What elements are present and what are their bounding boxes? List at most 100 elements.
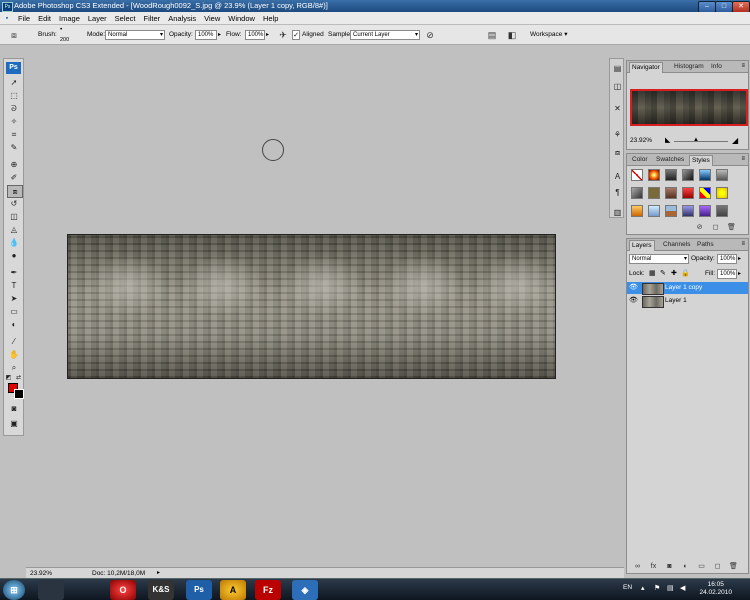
aligned-checkbox[interactable]: ✓: [292, 30, 300, 40]
history-brush-tool-icon[interactable]: ↺: [7, 198, 21, 209]
style-swatch[interactable]: [682, 205, 694, 217]
lock-position-icon[interactable]: ✚: [671, 269, 677, 277]
brushes-panel-icon[interactable]: ⚘: [612, 129, 623, 140]
healing-brush-tool-icon[interactable]: ⊕: [7, 159, 21, 170]
document-icon[interactable]: ▪: [0, 15, 14, 22]
zoom-tool-icon[interactable]: ⌕: [7, 362, 21, 373]
tab-color[interactable]: Color: [630, 155, 650, 165]
tab-paths[interactable]: Paths: [695, 240, 716, 250]
tray-arrow-icon[interactable]: ▴: [641, 584, 645, 592]
zoom-out-icon[interactable]: ◣: [665, 136, 670, 144]
menu-window[interactable]: Window: [224, 12, 259, 25]
new-style-icon[interactable]: ◻: [711, 223, 720, 232]
taskbar-app-filezilla[interactable]: Fz: [255, 580, 281, 600]
slice-tool-icon[interactable]: ✎: [7, 142, 21, 153]
visibility-eye-icon[interactable]: 👁: [629, 297, 638, 305]
workspace-menu[interactable]: Workspace ▾: [530, 25, 567, 45]
flow-arrow-icon[interactable]: ▸: [266, 25, 269, 45]
navigator-thumbnail[interactable]: [630, 89, 748, 126]
panel-menu-icon[interactable]: ≡: [741, 155, 745, 164]
type-tool-icon[interactable]: T: [7, 280, 21, 291]
style-swatch[interactable]: [716, 205, 728, 217]
style-swatch[interactable]: [631, 187, 643, 199]
menu-layer[interactable]: Layer: [84, 12, 111, 25]
palette-well-icon[interactable]: ▤: [486, 29, 498, 41]
path-selection-tool-icon[interactable]: ➤: [7, 293, 21, 304]
eraser-tool-icon[interactable]: ◫: [7, 211, 21, 222]
ps-logo[interactable]: Ps: [6, 62, 21, 74]
layer-opacity-input[interactable]: 100%: [717, 254, 737, 264]
mode-select[interactable]: Normal: [105, 30, 165, 40]
zoom-slider[interactable]: [674, 141, 728, 142]
clear-style-icon[interactable]: ⊘: [695, 223, 704, 232]
airbrush-icon[interactable]: ✈: [277, 29, 289, 41]
background-color-swatch[interactable]: [14, 389, 24, 399]
blur-tool-icon[interactable]: 💧: [7, 237, 21, 248]
tab-histogram[interactable]: Histogram: [672, 62, 706, 72]
ignore-adjustment-layers-icon[interactable]: ⊘: [424, 29, 436, 41]
link-layers-icon[interactable]: ∞: [633, 562, 642, 571]
crop-tool-icon[interactable]: ⌗: [7, 129, 21, 140]
magic-wand-tool-icon[interactable]: ✧: [7, 116, 21, 127]
character-panel-icon[interactable]: A: [612, 171, 623, 182]
document-canvas[interactable]: [67, 234, 556, 379]
move-tool-icon[interactable]: ➚: [7, 77, 21, 88]
panel-menu-icon[interactable]: ≡: [741, 240, 745, 249]
3d-rotate-tool-icon[interactable]: ◐: [7, 319, 21, 330]
tray-flag-icon[interactable]: ⚑: [654, 584, 660, 592]
system-clock[interactable]: 16:05 24.02.2010: [699, 581, 732, 597]
opacity-arrow-icon[interactable]: ▸: [218, 25, 221, 45]
layer-style-icon[interactable]: fx: [649, 562, 658, 571]
zoom-in-icon[interactable]: ◢: [732, 136, 738, 145]
language-indicator[interactable]: EN: [623, 584, 632, 591]
tab-channels[interactable]: Channels: [661, 240, 692, 250]
style-swatch[interactable]: [665, 205, 677, 217]
menu-view[interactable]: View: [200, 12, 224, 25]
style-swatch[interactable]: [699, 205, 711, 217]
style-swatch[interactable]: [699, 187, 711, 199]
shape-tool-icon[interactable]: ▭: [7, 306, 21, 317]
new-group-icon[interactable]: ▭: [697, 562, 706, 571]
menu-edit[interactable]: Edit: [34, 12, 55, 25]
zoom-slider-thumb[interactable]: ▲: [693, 137, 699, 143]
blend-mode-select[interactable]: Normal: [629, 254, 689, 264]
lasso-tool-icon[interactable]: ᘐ: [7, 103, 21, 114]
quick-mask-icon[interactable]: ◙: [7, 403, 21, 414]
taskbar-app-photoshop[interactable]: Ps: [186, 580, 212, 600]
tool-presets-icon[interactable]: ✕: [612, 103, 623, 114]
tab-info[interactable]: Info: [709, 62, 724, 72]
flow-input[interactable]: 100%: [245, 30, 265, 40]
style-swatch[interactable]: [716, 169, 728, 181]
clone-source-icon[interactable]: ⧈: [612, 147, 623, 158]
layer-comps-icon[interactable]: ▥: [612, 207, 623, 218]
style-swatch[interactable]: [682, 187, 694, 199]
opacity-input[interactable]: 100%: [195, 30, 217, 40]
tab-styles[interactable]: Styles: [689, 155, 713, 166]
add-mask-icon[interactable]: ◙: [665, 562, 674, 571]
navigator-zoom[interactable]: 23.92%: [630, 137, 652, 144]
style-swatch[interactable]: [699, 169, 711, 181]
fill-input[interactable]: 100%: [717, 269, 737, 279]
adjustment-layer-icon[interactable]: ◐: [681, 562, 690, 571]
network-icon[interactable]: ▤: [667, 584, 674, 592]
clone-stamp-tool-icon[interactable]: ⧈: [7, 185, 23, 198]
layer-row[interactable]: 👁 Layer 1 copy: [627, 282, 748, 295]
actions-panel-icon[interactable]: ◫: [612, 81, 623, 92]
style-swatch[interactable]: [665, 187, 677, 199]
taskbar-app-opera[interactable]: O: [110, 580, 136, 600]
delete-layer-icon[interactable]: 🗑: [729, 562, 738, 571]
screen-mode-icon[interactable]: ▣: [7, 418, 21, 429]
taskbar-app-ks[interactable]: K&S: [148, 580, 174, 600]
lock-transparent-icon[interactable]: ▦: [649, 269, 656, 277]
layer-opacity-arrow-icon[interactable]: ▸: [738, 255, 741, 262]
new-layer-icon[interactable]: ◻: [713, 562, 722, 571]
menu-analysis[interactable]: Analysis: [164, 12, 200, 25]
fill-arrow-icon[interactable]: ▸: [738, 270, 741, 277]
brush-tool-icon[interactable]: ✐: [7, 172, 21, 183]
panel-menu-icon[interactable]: ≡: [741, 62, 745, 71]
history-panel-icon[interactable]: ▤: [612, 63, 623, 74]
tab-layers[interactable]: Layers: [629, 240, 655, 251]
bridge-icon[interactable]: ◧: [506, 29, 518, 41]
brush-size[interactable]: 200: [60, 30, 69, 50]
lock-all-icon[interactable]: 🔒: [681, 269, 690, 277]
